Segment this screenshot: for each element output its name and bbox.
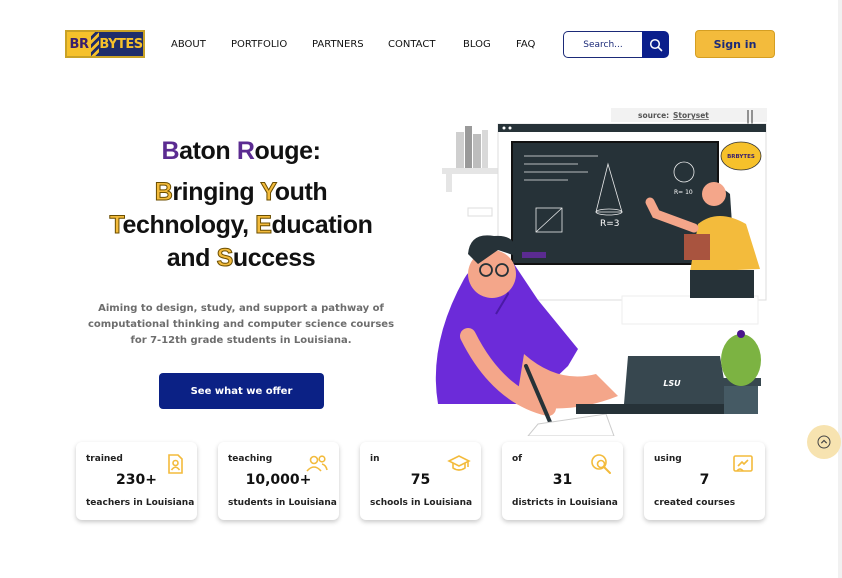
brbytes-logo[interactable]: BR BYTES: [65, 30, 145, 58]
users-icon: [306, 455, 328, 472]
nav-partners[interactable]: PARTNERS: [312, 39, 364, 50]
brbytes-badge: BRBYTES: [727, 154, 755, 160]
hero-title-line3: Technology, Education: [70, 209, 412, 242]
teacher-badge-icon: [168, 454, 183, 474]
hero-text: aton: [179, 137, 237, 165]
scrollbar-track[interactable]: [838, 0, 842, 578]
hero-text: ouge:: [254, 137, 321, 165]
hero-letter-e: E: [255, 211, 273, 240]
presentation-icon: [733, 455, 753, 472]
hero-description: Aiming to design, study, and support a p…: [87, 303, 395, 346]
hero-text: and: [166, 244, 217, 272]
search-button[interactable]: [642, 31, 669, 58]
source-label: source:: [638, 111, 669, 120]
search-input[interactable]: [563, 31, 642, 58]
source-link[interactable]: Storyset: [673, 111, 709, 120]
page: BR BYTES ABOUT PORTFOLIO PARTNERS CONTAC…: [0, 0, 842, 578]
stat-suffix: districts in Louisiana: [512, 498, 618, 508]
nav-portfolio[interactable]: PORTFOLIO: [231, 39, 287, 50]
nav-faq[interactable]: FAQ: [516, 39, 535, 50]
sign-in-button[interactable]: Sign in: [695, 30, 775, 58]
stat-suffix: teachers in Louisiana: [86, 498, 195, 508]
laptop-lsu-logo: LSU: [663, 379, 681, 388]
hero-text: ducation: [271, 211, 373, 239]
scroll-to-top-button[interactable]: [807, 425, 841, 459]
stat-suffix: schools in Louisiana: [370, 498, 473, 508]
stat-card-districts: of 31 districts in Louisiana: [502, 442, 623, 520]
stat-card-teachers: trained 230+ teachers in Louisiana: [76, 442, 197, 520]
hero-text: outh: [274, 178, 328, 206]
board-formula: R=3: [600, 219, 620, 229]
chevron-up-icon: [817, 435, 831, 449]
stat-card-schools: in 75 schools in Louisiana: [360, 442, 481, 520]
hero-text: ringing: [172, 178, 261, 206]
logo-br-text: BR: [67, 32, 91, 56]
map-search-icon: [591, 454, 611, 474]
hero-title-line1: Baton Rouge:: [70, 135, 412, 168]
nav-about[interactable]: ABOUT: [171, 39, 206, 50]
hero-text: uccess: [232, 244, 316, 272]
stat-prefix: using: [654, 454, 682, 464]
hero-illustration: source: Storyset R=3 R= 10 BRBYTES LSU: [435, 108, 767, 436]
hero-title-line4: and Success: [70, 242, 412, 275]
search-box: [563, 31, 669, 58]
stat-card-courses: using 7 created courses: [644, 442, 765, 520]
logo-bytes-text: BYTES: [99, 36, 143, 52]
hero-section: Baton Rouge: Bringing Youth Technology, …: [70, 135, 412, 349]
hero-letter-b: B: [161, 137, 180, 165]
hero-letter-b2: B: [154, 178, 173, 207]
logo-zigzag: [91, 32, 99, 56]
hero-letter-y: Y: [260, 178, 276, 207]
hero-letter-s: S: [216, 244, 234, 273]
hero-text: echnology,: [122, 211, 256, 239]
hero-letter-r: R: [236, 137, 255, 165]
stat-card-students: teaching 10,000+ students in Louisiana: [218, 442, 339, 520]
stat-suffix: students in Louisiana: [228, 498, 337, 508]
stat-suffix: created courses: [654, 498, 736, 508]
stat-prefix: of: [512, 454, 523, 464]
stat-prefix: in: [370, 454, 380, 464]
stat-prefix: trained: [86, 454, 123, 464]
nav-contact[interactable]: CONTACT: [388, 39, 435, 50]
board-formula-2: R= 10: [674, 189, 693, 196]
graduation-cap-icon: [447, 455, 471, 471]
stat-prefix: teaching: [228, 454, 273, 464]
stats-row: trained 230+ teachers in Louisiana teach…: [76, 442, 766, 520]
nav-blog[interactable]: BLOG: [463, 39, 491, 50]
search-icon: [649, 38, 662, 51]
hero-title-line2: Bringing Youth: [70, 176, 412, 209]
see-what-we-offer-button[interactable]: See what we offer: [159, 373, 324, 409]
hero-letter-t: T: [109, 211, 123, 240]
